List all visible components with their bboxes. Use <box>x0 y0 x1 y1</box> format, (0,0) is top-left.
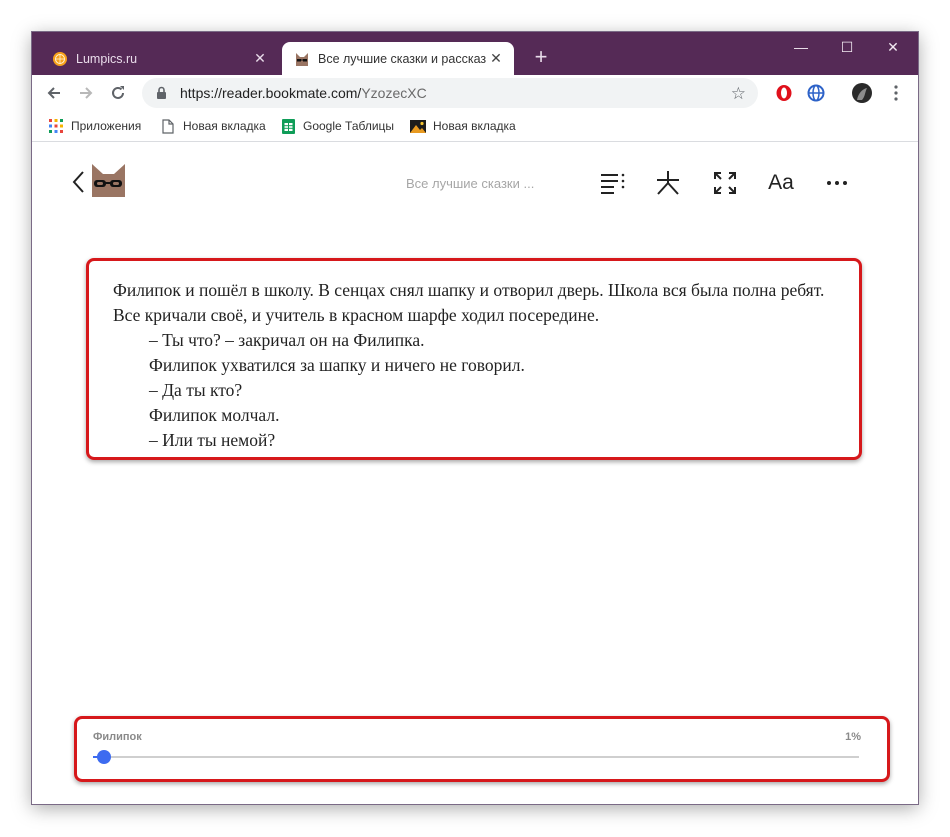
browser-window: Lumpics.ru ✕ Все лучшие сказки и рассказ… <box>32 32 918 804</box>
browser-toolbar: https://reader.bookmate.com/YzozecXC ☆ <box>32 75 918 111</box>
contents-button[interactable] <box>598 168 628 198</box>
book-text[interactable]: Филипок и пошёл в школу. В сенцах снял ш… <box>113 278 843 453</box>
minimize-icon: — <box>794 39 808 55</box>
tab-title: Все лучшие сказки и рассказы. <box>318 51 486 66</box>
bookmark-new-tab-2[interactable]: Новая вкладка <box>410 117 516 135</box>
profile-avatar-button[interactable] <box>850 81 874 105</box>
tab-strip: Lumpics.ru ✕ Все лучшие сказки и рассказ… <box>32 32 918 75</box>
apps-grid-icon <box>48 118 64 134</box>
more-vertical-icon <box>894 85 898 101</box>
progress-track[interactable] <box>93 750 859 764</box>
book-paragraph: Филипок ухватился за шапку и ничего не г… <box>149 355 525 375</box>
page-icon <box>160 118 176 134</box>
book-paragraph: Филипок и пошёл в школу. В сенцах снял ш… <box>113 280 825 325</box>
bookmark-apps[interactable]: Приложения <box>48 117 141 135</box>
image-icon <box>410 118 426 134</box>
tab-bookmate[interactable]: Все лучшие сказки и рассказы. ✕ <box>282 42 514 75</box>
sheets-icon <box>280 118 296 134</box>
bookmate-logo <box>92 164 126 198</box>
vpn-extension-button[interactable] <box>804 81 828 105</box>
reload-icon <box>112 86 124 99</box>
bookmark-star-icon[interactable]: ☆ <box>731 84 746 104</box>
bookmark-label: Приложения <box>71 119 142 133</box>
bookmark-label: Google Таблицы <box>303 119 395 133</box>
table-of-contents-icon <box>601 173 625 194</box>
tab-lumpics[interactable]: Lumpics.ru ✕ <box>40 42 278 75</box>
menu-button[interactable] <box>884 81 908 105</box>
close-window-button[interactable]: ✕ <box>870 32 916 62</box>
tab-title: Lumpics.ru <box>76 51 138 66</box>
more-horizontal-icon <box>827 181 847 185</box>
progress-slider-handle[interactable] <box>97 750 112 764</box>
fullscreen-icon <box>714 172 736 194</box>
more-options-button[interactable] <box>822 168 852 198</box>
bookmark-label: Новая вкладка <box>183 119 266 133</box>
url-text: https://reader.bookmate.com/YzozecXC <box>180 85 427 101</box>
maximize-button[interactable]: ☐ <box>824 32 870 62</box>
book-title[interactable]: Все лучшие сказки ... <box>406 176 534 191</box>
maximize-icon: ☐ <box>840 38 854 55</box>
globe-icon <box>807 84 825 102</box>
reload-button[interactable] <box>106 81 130 105</box>
book-paragraph: – Или ты немой? <box>149 430 276 450</box>
book-paragraph: Филипок молчал. <box>149 405 280 425</box>
reader-area: Все лучшие сказки ... Aa Филипок и пошёл… <box>32 142 918 804</box>
font-settings-button[interactable]: Aa <box>764 168 798 198</box>
url-host: https://reader.bookmate.com/ <box>180 85 362 101</box>
book-paragraph: – Да ты кто? <box>149 380 243 400</box>
tab-close-icon[interactable]: ✕ <box>486 50 506 67</box>
forward-button[interactable] <box>74 81 98 105</box>
tab-close-icon[interactable]: ✕ <box>250 50 270 67</box>
bookmark-google-sheets[interactable]: Google Таблицы <box>280 117 394 135</box>
arrow-left-icon <box>47 87 60 99</box>
bookmark-label: Новая вкладка <box>433 119 516 133</box>
chapter-title: Филипок <box>93 731 142 743</box>
asterisk-icon <box>657 171 679 195</box>
minimize-button[interactable]: — <box>778 32 824 62</box>
new-tab-button[interactable]: + <box>530 46 552 68</box>
close-icon: ✕ <box>887 38 899 55</box>
opera-extension-button[interactable] <box>772 81 796 105</box>
highlighted-text-frame: Филипок и пошёл в школу. В сенцах снял ш… <box>86 258 862 460</box>
orange-icon <box>52 51 68 67</box>
back-button[interactable] <box>42 81 66 105</box>
opera-icon <box>776 85 792 101</box>
progress-frame: Филипок 1% <box>74 716 890 782</box>
lock-icon <box>156 86 170 100</box>
bookmate-cat-icon <box>294 51 310 67</box>
progress-percent: 1% <box>845 731 861 743</box>
address-bar[interactable]: https://reader.bookmate.com/YzozecXC ☆ <box>142 78 758 108</box>
bookmarks-bar: Приложения Новая вкладка Google Таблицы … <box>32 111 918 142</box>
book-paragraph: – Ты что? – закричал он на Филипка. <box>149 330 425 350</box>
avatar <box>852 83 872 103</box>
url-path: YzozecXC <box>361 85 427 101</box>
fullscreen-button[interactable] <box>710 168 740 198</box>
reader-back-button[interactable] <box>72 170 90 196</box>
arrow-right-icon <box>80 87 93 99</box>
bookmark-new-tab-1[interactable]: Новая вкладка <box>160 117 266 135</box>
quotes-button[interactable] <box>653 168 683 198</box>
chevron-left-icon <box>72 171 84 193</box>
